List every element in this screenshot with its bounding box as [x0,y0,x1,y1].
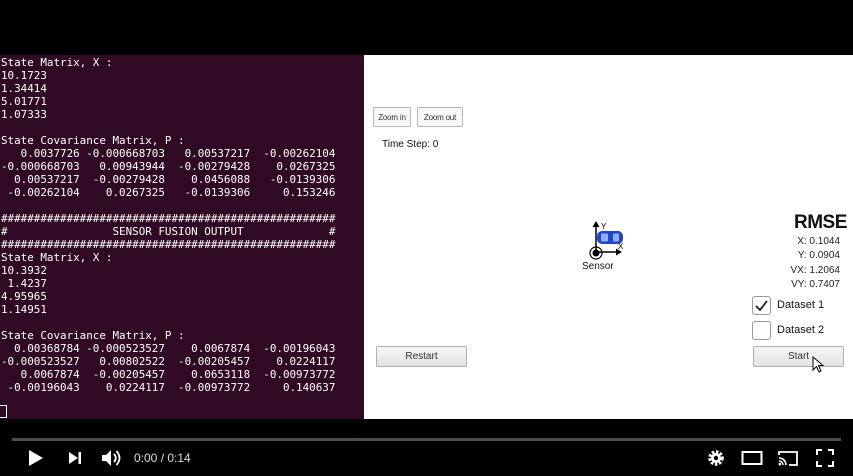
time-step-label: Time Step: 0 [382,139,439,150]
rmse-vx: VX: 1.2064 [790,265,840,276]
terminal-cursor [0,405,7,418]
checkmark-icon [755,300,768,312]
dataset1-checkbox[interactable] [752,296,771,315]
dataset1-label: Dataset 1 [777,299,825,311]
rmse-x: X: 0.1044 [797,236,840,247]
theater-icon[interactable] [741,448,763,468]
play-icon[interactable] [26,448,44,468]
sensor-label: Sensor [582,261,614,272]
simulator-window: Zoom in Zoom out Time Step: 0 Y X Sensor… [366,55,853,419]
sensor-graphic: Y X [589,221,624,260]
axis-y-label: Y [601,222,607,231]
terminal-window: State Matrix, X : 10.1723 1.34414 5.0177… [0,55,364,419]
volume-icon[interactable] [100,448,124,468]
video-frame[interactable]: State Matrix, X : 10.1723 1.34414 5.0177… [0,55,853,419]
zoom-out-button[interactable]: Zoom out [417,107,463,127]
rmse-title: RMSE [794,212,847,233]
dataset2-label: Dataset 2 [777,324,825,336]
dataset2-checkbox[interactable] [752,321,771,340]
axis-x-label: X [618,242,624,251]
start-button[interactable]: Start [753,346,844,367]
rmse-y: Y: 0.0904 [797,250,840,261]
time-display: 0:00 / 0:14 [134,451,191,465]
cast-icon[interactable] [777,448,799,468]
restart-button[interactable]: Restart [376,346,467,367]
next-icon[interactable] [67,448,83,468]
terminal-output: State Matrix, X : 10.1723 1.34414 5.0177… [1,56,336,394]
progress-bar[interactable] [12,438,841,441]
settings-icon[interactable] [706,448,726,468]
zoom-in-button[interactable]: Zoom in [373,107,411,127]
fullscreen-icon[interactable] [815,448,835,468]
rmse-vy: VY: 0.7407 [791,279,840,290]
mouse-pointer-icon [812,356,824,373]
video-player[interactable]: State Matrix, X : 10.1723 1.34414 5.0177… [0,0,853,476]
